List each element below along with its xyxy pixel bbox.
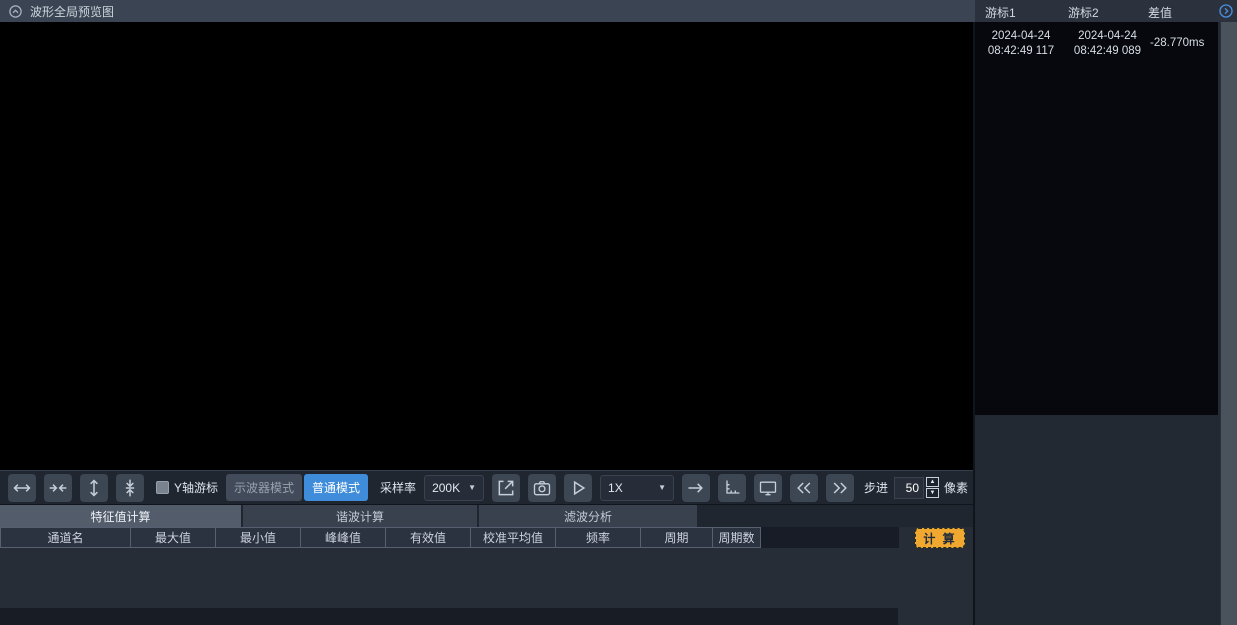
cursor-panel-content: 2024-04-24 08:42:49 117 2024-04-24 08:42… bbox=[975, 22, 1218, 415]
spin-up-icon[interactable]: ▲ bbox=[926, 477, 939, 487]
step-size-value[interactable]: 50 bbox=[894, 477, 924, 499]
cursor1-timestamp: 2024-04-24 08:42:49 117 bbox=[975, 29, 1067, 59]
panel-collapse-button[interactable] bbox=[1218, 3, 1234, 22]
chevron-down-icon: ▼ bbox=[468, 483, 476, 492]
chevrons-right-icon bbox=[830, 478, 850, 498]
play-button[interactable] bbox=[564, 474, 592, 502]
cursor2-timestamp: 2024-04-24 08:42:49 089 bbox=[1060, 29, 1155, 59]
column-header: 频率 bbox=[556, 528, 641, 548]
titlebar: 波形全局预览图 bbox=[0, 0, 975, 22]
calculate-button[interactable]: 计 算 bbox=[915, 528, 965, 548]
step-forward-button[interactable] bbox=[682, 474, 710, 502]
export-button[interactable] bbox=[492, 474, 520, 502]
cursor-panel-header: 游标1 游标2 差值 bbox=[975, 0, 1237, 22]
camera-icon bbox=[532, 478, 552, 498]
measure-button[interactable] bbox=[718, 474, 746, 502]
cursor2-header: 游标2 bbox=[1068, 4, 1099, 21]
tab-harmonic-calc[interactable]: 谐波计算 bbox=[243, 505, 477, 527]
screenshot-button[interactable] bbox=[528, 474, 556, 502]
step-label: 步进 bbox=[864, 479, 888, 496]
export-icon bbox=[496, 478, 516, 498]
column-header: 最大值 bbox=[131, 528, 216, 548]
expand-vertical-button[interactable] bbox=[80, 474, 108, 502]
step-size-stepper[interactable]: 50 ▲ ▼ bbox=[894, 477, 939, 499]
column-header: 周期数 bbox=[713, 528, 761, 548]
cursor-time-delta: -28.770ms bbox=[1150, 37, 1204, 49]
column-header: 有效值 bbox=[386, 528, 471, 548]
column-header: 最小值 bbox=[216, 528, 301, 548]
step-unit-label: 像素 bbox=[944, 479, 968, 496]
expand-horizontal-icon bbox=[12, 478, 32, 498]
panel-scrollbar[interactable] bbox=[1220, 22, 1237, 625]
delta-header: 差值 bbox=[1148, 4, 1172, 21]
compress-horizontal-button[interactable] bbox=[44, 474, 72, 502]
compress-vertical-icon bbox=[120, 478, 140, 498]
spin-down-icon[interactable]: ▼ bbox=[926, 488, 939, 498]
chevron-down-icon: ▼ bbox=[658, 483, 666, 492]
y-axis-cursor-label: Y轴游标 bbox=[174, 479, 218, 496]
column-header: 通道名 bbox=[1, 528, 131, 548]
sample-rate-value: 200K bbox=[432, 481, 460, 495]
table-footer-filler bbox=[0, 608, 898, 625]
tab-feature-calc[interactable]: 特征值计算 bbox=[0, 505, 241, 527]
expand-vertical-icon bbox=[84, 478, 104, 498]
sample-rate-label: 采样率 bbox=[380, 479, 416, 496]
playback-speed-value: 1X bbox=[608, 481, 623, 495]
waveform-chart[interactable] bbox=[0, 22, 973, 470]
ruler-icon bbox=[722, 478, 742, 498]
feature-table-area: 通道名最大值最小值峰峰值有效值校准平均值频率周期周期数 计 算 bbox=[0, 527, 973, 625]
expand-horizontal-button[interactable] bbox=[8, 474, 36, 502]
feature-table: 通道名最大值最小值峰峰值有效值校准平均值频率周期周期数 bbox=[0, 527, 899, 548]
page-title: 波形全局预览图 bbox=[30, 3, 114, 20]
tab-filter-analysis[interactable]: 滤波分析 bbox=[479, 505, 697, 527]
compress-horizontal-icon bbox=[48, 478, 68, 498]
collapse-up-icon[interactable] bbox=[8, 4, 23, 19]
column-header: 校准平均值 bbox=[471, 528, 556, 548]
display-button[interactable] bbox=[754, 474, 782, 502]
page-left-button[interactable] bbox=[790, 474, 818, 502]
normal-mode-button[interactable]: 普通模式 bbox=[304, 474, 368, 501]
column-header: 峰峰值 bbox=[301, 528, 386, 548]
cursor1-header: 游标1 bbox=[985, 4, 1016, 21]
playback-speed-dropdown[interactable]: 1X ▼ bbox=[600, 475, 674, 501]
page-right-button[interactable] bbox=[826, 474, 854, 502]
table-header-row: 通道名最大值最小值峰峰值有效值校准平均值频率周期周期数 bbox=[1, 528, 899, 548]
compress-vertical-button[interactable] bbox=[116, 474, 144, 502]
arrow-right-icon bbox=[686, 478, 706, 498]
monitor-icon bbox=[758, 478, 778, 498]
chevrons-left-icon bbox=[794, 478, 814, 498]
sample-rate-dropdown[interactable]: 200K ▼ bbox=[424, 475, 484, 501]
y-axis-cursor-checkbox[interactable] bbox=[156, 481, 169, 494]
scope-mode-button[interactable]: 示波器模式 bbox=[226, 474, 302, 501]
cursor-panel: 游标1 游标2 差值 2024-04-24 08:42:49 117 2024-… bbox=[975, 0, 1237, 625]
waveform-analyzer-window: 波形全局预览图 Y轴游标 示波器模式 普通模式 采样率 200K bbox=[0, 0, 1237, 625]
toolbar: Y轴游标 示波器模式 普通模式 采样率 200K ▼ 1X ▼ bbox=[0, 470, 973, 504]
play-icon bbox=[568, 478, 588, 498]
chevron-right-circle-icon bbox=[1218, 3, 1234, 19]
analysis-tabstrip: 特征值计算 谐波计算 滤波分析 bbox=[0, 505, 973, 527]
column-header: 周期 bbox=[641, 528, 713, 548]
